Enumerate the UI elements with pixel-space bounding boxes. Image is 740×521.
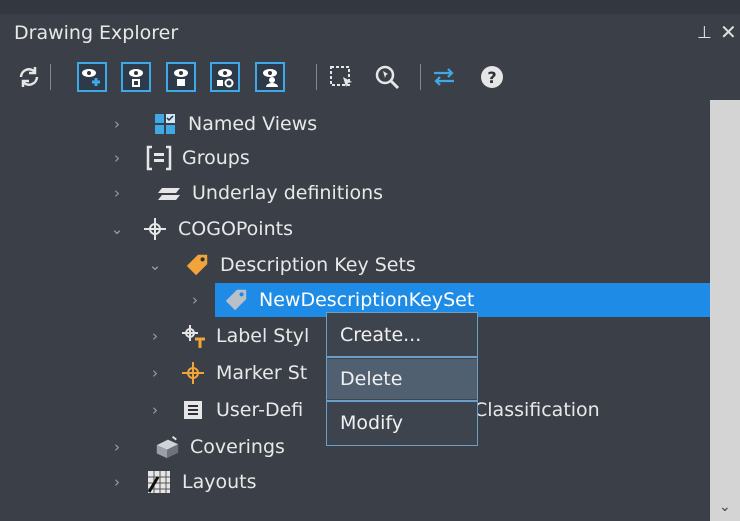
- top-edge: [0, 0, 740, 15]
- select-icon[interactable]: [327, 62, 357, 92]
- menu-item-create[interactable]: Create...: [327, 315, 477, 355]
- tree-item-named-views[interactable]: › Named Views: [110, 107, 317, 141]
- menu-separator: [327, 356, 477, 358]
- context-menu: Create... Delete Modify: [326, 312, 478, 446]
- toolbar-separator: [420, 64, 421, 90]
- expand-chevron-icon[interactable]: ›: [148, 364, 162, 382]
- tree-item-label: Named Views: [188, 113, 318, 135]
- menu-item-delete[interactable]: Delete: [327, 359, 477, 399]
- tree-item-label: Description Key Sets: [220, 254, 416, 276]
- tree-item-underlay-definitions[interactable]: › Underlay definitions: [110, 176, 383, 210]
- tree-item-label-styles[interactable]: › Label Styl: [148, 319, 309, 353]
- sync-icon[interactable]: [429, 62, 459, 92]
- menu-item-label: Delete: [340, 368, 403, 390]
- tree-item-label: Classification: [474, 399, 600, 421]
- coverings-icon: [154, 434, 180, 460]
- menu-item-label: Modify: [340, 412, 403, 434]
- tree-item-coverings[interactable]: › Coverings: [110, 430, 285, 464]
- view-add-icon[interactable]: [77, 62, 107, 92]
- label-style-icon: [180, 323, 206, 349]
- tree-item-label: User-Defi: [216, 399, 304, 421]
- layouts-icon: [146, 469, 172, 495]
- view-refresh-icon[interactable]: [210, 62, 240, 92]
- collapse-chevron-icon[interactable]: ⌄: [148, 256, 162, 274]
- expand-chevron-icon[interactable]: ›: [110, 473, 124, 491]
- tree-item-label: Layouts: [182, 471, 257, 493]
- tree-item-label: Coverings: [190, 436, 285, 458]
- cogo-point-icon: [142, 216, 168, 242]
- named-views-icon: [152, 111, 178, 137]
- tag-icon: [184, 252, 210, 278]
- tree-item-marker-styles[interactable]: › Marker St: [148, 356, 307, 390]
- expand-chevron-icon[interactable]: ›: [110, 184, 124, 202]
- expand-chevron-icon[interactable]: ›: [110, 438, 124, 456]
- tree-item-label: Label Styl: [216, 325, 310, 347]
- expand-chevron-icon[interactable]: ›: [148, 327, 162, 345]
- expand-chevron-icon[interactable]: ›: [148, 401, 162, 419]
- tree-item-label: COGOPoints: [178, 218, 293, 240]
- tree-item-user-defined-classification[interactable]: › User-Defi: [148, 393, 303, 427]
- view-medium-icon[interactable]: [166, 62, 196, 92]
- user-defined-icon: [180, 397, 206, 423]
- vertical-scrollbar[interactable]: ⌄: [710, 100, 740, 521]
- tree-item-description-key-sets[interactable]: ⌄ Description Key Sets: [148, 248, 416, 282]
- tree-item-groups[interactable]: › Groups: [110, 141, 250, 175]
- menu-separator: [327, 400, 477, 402]
- marker-style-icon: [180, 360, 206, 386]
- refresh-icon[interactable]: [14, 62, 44, 92]
- scroll-down-icon[interactable]: ⌄: [719, 499, 731, 515]
- expand-chevron-icon[interactable]: ›: [110, 149, 124, 167]
- tag-gray-icon: [223, 287, 249, 313]
- toolbar: ?: [0, 54, 740, 100]
- panel-titlebar: Drawing Explorer ⊥ ✕: [0, 14, 740, 54]
- groups-icon: [146, 145, 172, 171]
- expand-chevron-icon[interactable]: ›: [110, 115, 124, 133]
- tree-item-label: Groups: [182, 147, 250, 169]
- tree-item-label: Underlay definitions: [192, 182, 384, 204]
- expand-chevron-icon[interactable]: ›: [188, 291, 202, 309]
- tree-item-layouts[interactable]: › Layouts: [110, 465, 257, 499]
- menu-item-modify[interactable]: Modify: [327, 403, 477, 443]
- tree-item-label: Marker St: [216, 362, 308, 384]
- collapse-chevron-icon[interactable]: ⌄: [110, 220, 124, 238]
- underlay-icon: [156, 180, 182, 206]
- tree-item-label: NewDescriptionKeySet: [259, 289, 475, 311]
- tree-item-cogopoints[interactable]: ⌄ COGOPoints: [110, 212, 293, 246]
- help-icon[interactable]: ?: [477, 62, 507, 92]
- panel-title: Drawing Explorer: [14, 22, 179, 44]
- view-user-icon[interactable]: [255, 62, 285, 92]
- toolbar-separator: [50, 64, 51, 90]
- view-small-icon[interactable]: [121, 62, 151, 92]
- pin-icon[interactable]: ⊥: [697, 23, 712, 43]
- close-icon[interactable]: ✕: [720, 20, 737, 44]
- svg-text:?: ?: [487, 68, 496, 87]
- menu-item-label: Create...: [340, 324, 422, 346]
- tree-item-label-continuation: Classification: [474, 393, 600, 427]
- zoom-to-icon[interactable]: [372, 62, 402, 92]
- toolbar-separator: [316, 64, 317, 90]
